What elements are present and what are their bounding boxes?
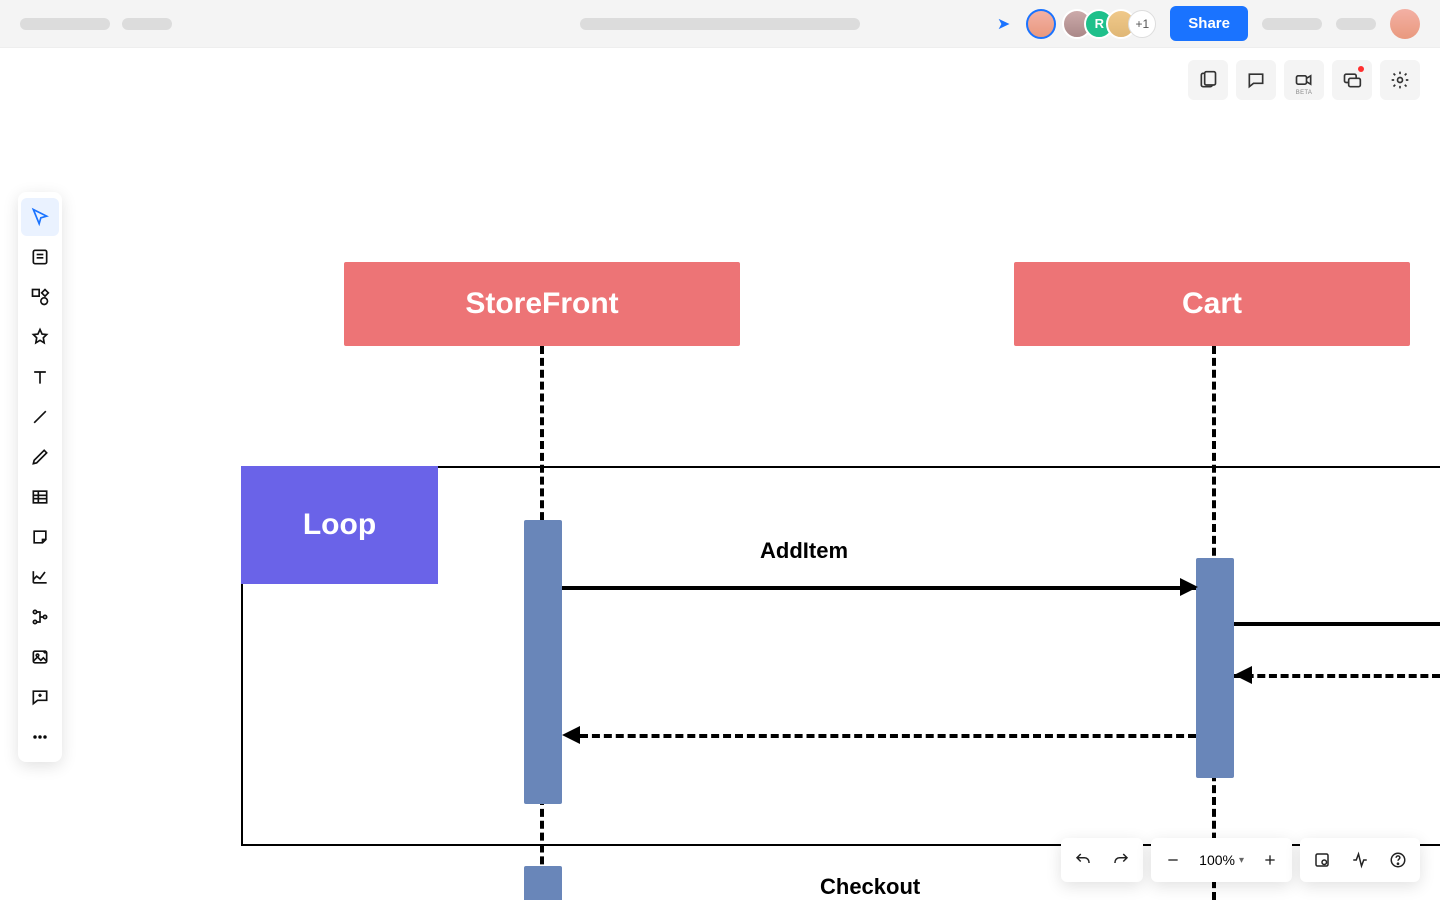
message-additem-arrow[interactable]: [562, 586, 1196, 590]
top-bar: ➤ R +1 Share: [0, 0, 1440, 48]
zoom-in-button[interactable]: [1252, 842, 1288, 878]
undo-button[interactable]: [1065, 842, 1101, 878]
placeholder-icon: [1336, 18, 1376, 30]
activation-storefront-2[interactable]: [524, 866, 562, 900]
share-button[interactable]: Share: [1170, 6, 1248, 41]
minimap-button[interactable]: [1304, 842, 1340, 878]
zoom-out-button[interactable]: [1155, 842, 1191, 878]
avatars: [1026, 9, 1056, 39]
activation-storefront[interactable]: [524, 520, 562, 804]
bottom-toolbar: 100%▾: [1061, 838, 1420, 882]
account-avatar[interactable]: [1390, 9, 1420, 39]
zoom-group: 100%▾: [1151, 838, 1292, 882]
canvas[interactable]: StoreFront Cart Loop AddItem Checkout: [0, 48, 1440, 900]
participant-storefront[interactable]: StoreFront: [344, 262, 740, 346]
participant-cart[interactable]: Cart: [1014, 262, 1410, 346]
avatar-me[interactable]: [1026, 9, 1056, 39]
document-title-placeholder[interactable]: [580, 18, 860, 30]
view-group: [1300, 838, 1420, 882]
message-return-arrow[interactable]: [580, 734, 1196, 738]
arrowhead-icon: [562, 726, 580, 744]
message-additem-label[interactable]: AddItem: [760, 538, 848, 564]
message-checkout-label[interactable]: Checkout: [820, 874, 920, 900]
loop-label[interactable]: Loop: [241, 466, 438, 584]
message-return-to-cart-arrow[interactable]: [1234, 674, 1440, 678]
placeholder-icon: [1262, 18, 1322, 30]
help-button[interactable]: [1380, 842, 1416, 878]
activation-cart[interactable]: [1196, 558, 1234, 778]
chevron-down-icon: ▾: [1239, 855, 1244, 866]
presence-cursor-icon: ➤: [997, 14, 1010, 34]
history-group: [1061, 838, 1143, 882]
header-right-group: ➤ R +1 Share: [997, 6, 1420, 41]
collaborator-avatars: R +1: [1070, 9, 1156, 39]
arrowhead-icon: [1180, 578, 1198, 596]
zoom-level[interactable]: 100%▾: [1193, 852, 1250, 868]
arrowhead-icon: [1234, 666, 1252, 684]
activity-button[interactable]: [1342, 842, 1378, 878]
message-outgoing-arrow[interactable]: [1234, 622, 1440, 626]
placeholder-icon: [20, 18, 110, 30]
placeholder-icon: [122, 18, 172, 30]
more-collaborators-badge[interactable]: +1: [1128, 10, 1156, 38]
redo-button[interactable]: [1103, 842, 1139, 878]
